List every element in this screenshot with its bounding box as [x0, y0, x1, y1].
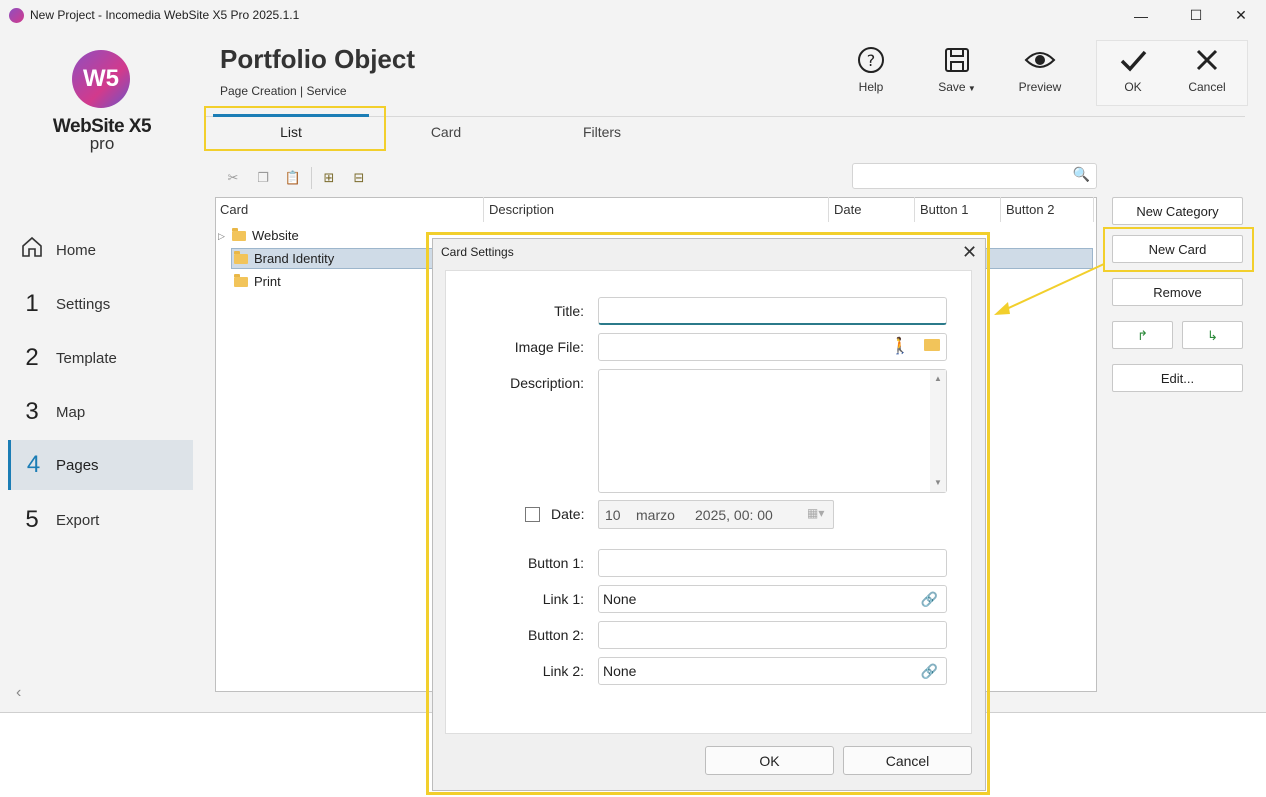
folder-icon: [232, 228, 246, 241]
column-header-button1[interactable]: Button 1: [915, 197, 1001, 222]
minimize-icon[interactable]: —: [1118, 0, 1164, 31]
folder-icon: [234, 251, 248, 264]
column-header-button2[interactable]: Button 2: [1001, 197, 1094, 222]
svg-text:?: ?: [867, 51, 876, 70]
save-label: Save: [938, 80, 966, 94]
sidebar-item-pages[interactable]: 4 Pages: [8, 440, 193, 490]
folder-icon: [234, 274, 248, 287]
collapse-all-icon[interactable]: ⊟: [349, 168, 369, 188]
ok-label: OK: [1124, 80, 1142, 94]
tree-row[interactable]: Print: [232, 271, 432, 293]
arrow-up-icon: ↱: [1137, 328, 1148, 343]
tree-row-label: Brand Identity: [254, 251, 335, 266]
maximize-icon[interactable]: ☐: [1173, 0, 1219, 31]
edit-button[interactable]: Edit...: [1112, 364, 1243, 392]
sidebar-item-settings[interactable]: 1 Settings: [8, 279, 190, 329]
sidebar-item-home[interactable]: Home: [8, 225, 190, 275]
sidebar-label-settings: Settings: [56, 295, 111, 313]
logo-glyph: W5: [83, 65, 119, 92]
title-bar: New Project - Incomedia WebSite X5 Pro 2…: [0, 0, 1266, 31]
tab-filters[interactable]: Filters: [524, 124, 680, 140]
sidebar-number: 2: [25, 344, 39, 371]
help-icon: ?: [858, 47, 884, 73]
sidebar-label-export: Export: [56, 511, 100, 529]
sidebar-item-template[interactable]: 2 Template: [8, 333, 190, 383]
app-icon: [9, 8, 24, 23]
column-header-description[interactable]: Description: [484, 197, 829, 222]
tree-row-label: Print: [254, 274, 281, 289]
tree-row-label: Website: [252, 228, 299, 243]
copy-icon[interactable]: ❐: [253, 168, 273, 188]
cancel-button[interactable]: Cancel: [1172, 46, 1242, 94]
sidebar-label-template: Template: [56, 349, 117, 367]
sidebar-number: 1: [25, 290, 39, 317]
expand-arrow-icon[interactable]: ▷: [218, 225, 232, 247]
highlight-dialog: [426, 232, 990, 795]
sidebar-label-home: Home: [56, 241, 97, 259]
search-input[interactable]: 🔍: [852, 163, 1097, 189]
move-up-button[interactable]: ↱: [1112, 321, 1173, 349]
sidebar-number: 3: [25, 398, 39, 425]
breadcrumb: Page Creation | Service: [220, 84, 347, 98]
callout-arrow: [994, 263, 1105, 315]
sidebar-label-pages: Pages: [56, 456, 99, 474]
sidebar-item-map[interactable]: 3 Map: [8, 387, 190, 437]
highlight-list-tab: [204, 106, 386, 151]
cut-icon[interactable]: ✂: [223, 168, 243, 188]
move-down-button[interactable]: ↳: [1182, 321, 1243, 349]
preview-button[interactable]: Preview: [1005, 46, 1075, 94]
save-icon: [945, 48, 969, 72]
column-header-date[interactable]: Date: [829, 197, 915, 222]
save-button[interactable]: Save ▼: [922, 46, 992, 94]
checkmark-icon: [1120, 50, 1147, 72]
ok-button[interactable]: OK: [1098, 46, 1168, 94]
search-icon[interactable]: 🔍: [1073, 166, 1090, 183]
remove-button[interactable]: Remove: [1112, 278, 1243, 306]
column-header-card[interactable]: Card: [215, 197, 484, 222]
new-category-button[interactable]: New Category: [1112, 197, 1243, 225]
eye-icon: [1024, 52, 1056, 68]
sidebar-item-export[interactable]: 5 Export: [8, 495, 190, 545]
toolbar-separator: [311, 167, 312, 189]
logo-edition: pro: [89, 134, 115, 153]
paste-icon[interactable]: 📋: [283, 168, 303, 188]
highlight-new-card: [1103, 227, 1254, 272]
help-button[interactable]: ? Help: [836, 46, 906, 94]
app-logo-icon: W5: [72, 50, 130, 108]
close-icon: [1196, 49, 1218, 71]
sidebar-number: 5: [25, 506, 39, 533]
arrow-down-icon: ↳: [1207, 328, 1218, 343]
help-label: Help: [858, 80, 884, 94]
tree-row-selected[interactable]: Brand Identity: [232, 248, 432, 270]
page-title: Portfolio Object: [220, 44, 415, 74]
sidebar-label-map: Map: [56, 403, 86, 421]
collapse-sidebar-icon[interactable]: ‹: [16, 684, 21, 702]
close-window-icon[interactable]: ✕: [1218, 0, 1264, 31]
chevron-down-icon: ▼: [965, 84, 976, 93]
sidebar-number: 4: [26, 451, 41, 478]
tab-card[interactable]: Card: [368, 124, 524, 140]
cancel-label: Cancel: [1188, 80, 1226, 94]
expand-all-icon[interactable]: ⊞: [319, 168, 339, 188]
window-title: New Project - Incomedia WebSite X5 Pro 2…: [30, 8, 300, 22]
preview-label: Preview: [1018, 80, 1062, 94]
home-icon: [8, 235, 56, 266]
